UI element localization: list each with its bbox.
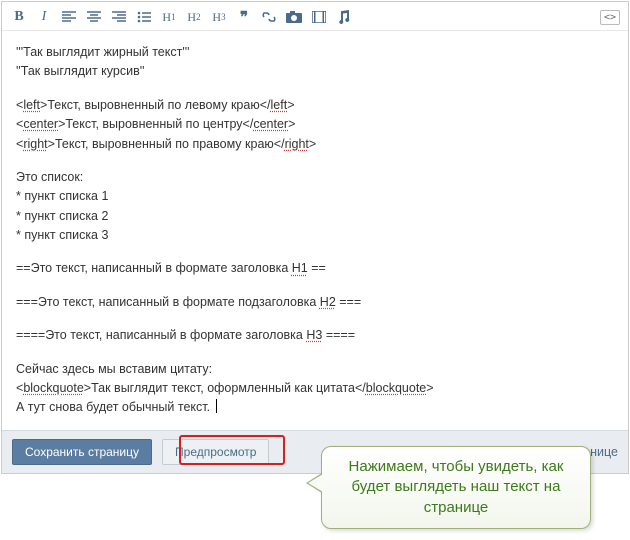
blockquote-line: <blockquote>Так выглядит текст, оформлен… [16, 379, 614, 398]
h1-button[interactable]: H1 [160, 8, 178, 26]
italic-sample-line: ''Так выглядит курсив'' [16, 62, 614, 81]
h1-sample-line: ==Это текст, написанный в формате заголо… [16, 259, 614, 278]
source-toggle-button[interactable]: <> [600, 10, 620, 25]
link-button[interactable] [260, 8, 278, 26]
list-intro: Это список: [16, 168, 614, 187]
list-item: * пункт списка 1 [16, 187, 614, 206]
video-icon[interactable] [310, 8, 328, 26]
h2-sample-line: ===Это текст, написанный в формате подза… [16, 293, 614, 312]
align-right-button[interactable] [110, 8, 128, 26]
instruction-callout: Нажимаем, чтобы увидеть, как будет выгля… [321, 446, 591, 529]
quote-button[interactable]: ❞ [235, 8, 253, 26]
align-center-line: <center>Текст, выровненный по центру</ce… [16, 115, 614, 134]
list-item: * пункт списка 2 [16, 207, 614, 226]
italic-button[interactable]: I [35, 8, 53, 26]
bold-button[interactable]: B [10, 8, 28, 26]
align-left-line: <left>Текст, выровненный по левому краю<… [16, 96, 614, 115]
align-left-button[interactable] [60, 8, 78, 26]
save-button[interactable]: Сохранить страницу [12, 439, 152, 465]
h2-button[interactable]: H2 [185, 8, 203, 26]
music-icon[interactable] [335, 8, 353, 26]
h3-sample-line: ====Это текст, написанный в формате заго… [16, 326, 614, 345]
h3-button[interactable]: H3 [210, 8, 228, 26]
editor-area[interactable]: '''Так выглядит жирный текст''' ''Так вы… [2, 31, 628, 430]
list-button[interactable] [135, 8, 153, 26]
bold-sample-line: '''Так выглядит жирный текст''' [16, 43, 614, 62]
camera-icon[interactable] [285, 8, 303, 26]
editor-toolbar: B I H1 H2 H3 ❞ <> [2, 2, 628, 31]
align-center-button[interactable] [85, 8, 103, 26]
plain-after-line: А тут снова будет обычный текст. [16, 398, 614, 417]
quote-intro: Сейчас здесь мы вставим цитату: [16, 360, 614, 379]
text-cursor [216, 399, 217, 413]
list-item: * пункт списка 3 [16, 226, 614, 245]
preview-button[interactable]: Предпросмотр [162, 439, 269, 465]
align-right-line: <right>Текст, выровненный по правому кра… [16, 135, 614, 154]
